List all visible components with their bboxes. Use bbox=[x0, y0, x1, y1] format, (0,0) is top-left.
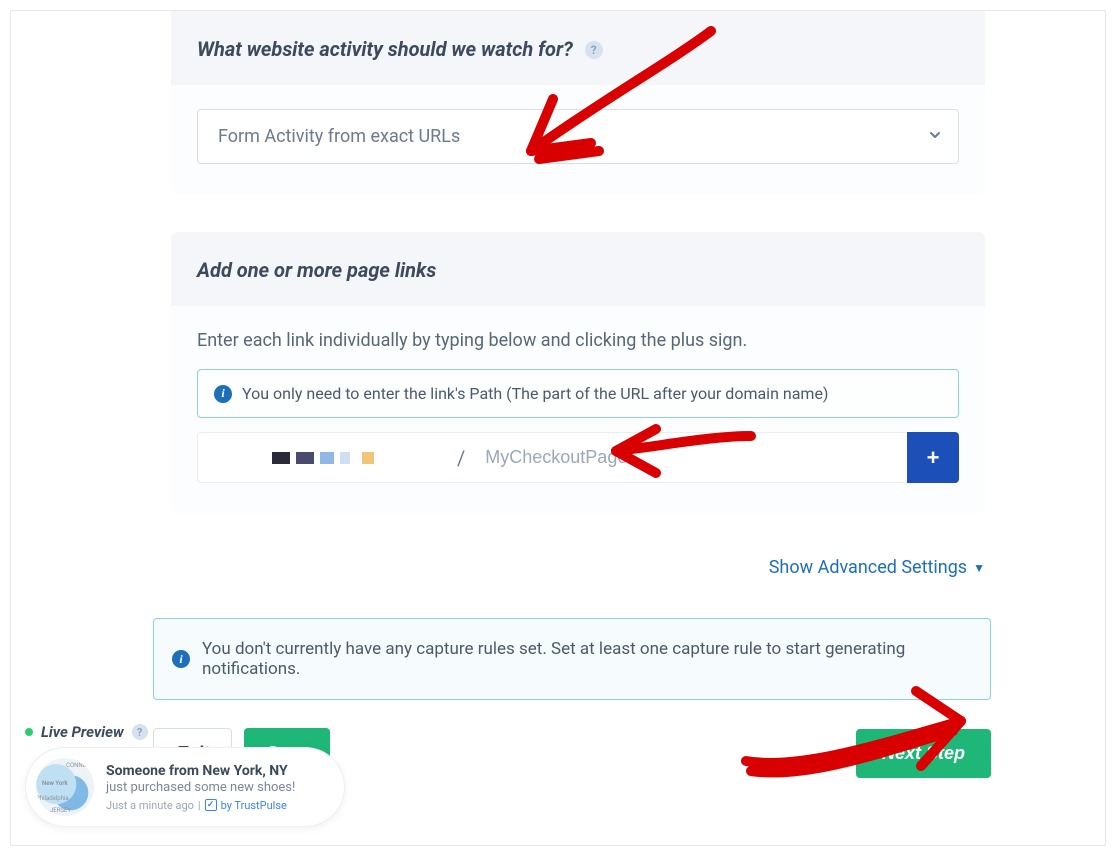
map-thumbnail: CONNEC New York Philadelphia JERSEY bbox=[36, 758, 94, 816]
url-slash: / bbox=[447, 432, 475, 483]
toast-subtitle: just purchased some new shoes! bbox=[106, 780, 295, 795]
show-advanced-settings-link[interactable]: Show Advanced Settings ▼ bbox=[769, 557, 985, 578]
info-icon: i bbox=[214, 385, 232, 403]
activity-heading: What website activity should we watch fo… bbox=[197, 37, 573, 61]
live-dot-icon bbox=[25, 728, 33, 736]
domain-redacted bbox=[197, 432, 447, 483]
activity-select[interactable]: Form Activity from exact URLs bbox=[197, 109, 959, 164]
add-link-button[interactable]: + bbox=[907, 432, 959, 483]
notification-toast: CONNEC New York Philadelphia JERSEY Some… bbox=[25, 747, 345, 827]
url-input-row: / + bbox=[197, 432, 959, 483]
caret-down-icon: ▼ bbox=[973, 561, 985, 575]
live-preview-widget: Live Preview ? CONNEC New York Philadelp… bbox=[25, 723, 345, 827]
links-instruction: Enter each link individually by typing b… bbox=[197, 330, 959, 351]
live-preview-label: Live Preview bbox=[41, 723, 124, 741]
toast-brand: by TrustPulse bbox=[221, 799, 287, 812]
links-panel-header: Add one or more page links bbox=[171, 232, 985, 306]
toast-title: Someone from New York, NY bbox=[106, 763, 295, 779]
path-info-box: i You only need to enter the link's Path… bbox=[197, 369, 959, 418]
plus-icon: + bbox=[927, 445, 940, 471]
check-icon: ✓ bbox=[205, 799, 217, 811]
toast-meta: Just a minute ago | ✓ by TrustPulse bbox=[106, 799, 295, 812]
path-input[interactable] bbox=[475, 432, 907, 483]
info-icon: i bbox=[172, 650, 190, 668]
advanced-link-text: Show Advanced Settings bbox=[769, 557, 967, 578]
activity-panel-header: What website activity should we watch fo… bbox=[171, 11, 985, 85]
no-rules-text: You don't currently have any capture rul… bbox=[202, 639, 972, 679]
path-info-text: You only need to enter the link's Path (… bbox=[242, 384, 829, 403]
links-heading: Add one or more page links bbox=[197, 258, 436, 282]
no-rules-info-box: i You don't currently have any capture r… bbox=[153, 618, 991, 700]
next-step-button[interactable]: Next Step bbox=[856, 729, 991, 778]
help-icon[interactable]: ? bbox=[132, 724, 148, 740]
activity-select-value: Form Activity from exact URLs bbox=[218, 126, 460, 147]
help-icon[interactable]: ? bbox=[585, 41, 603, 59]
